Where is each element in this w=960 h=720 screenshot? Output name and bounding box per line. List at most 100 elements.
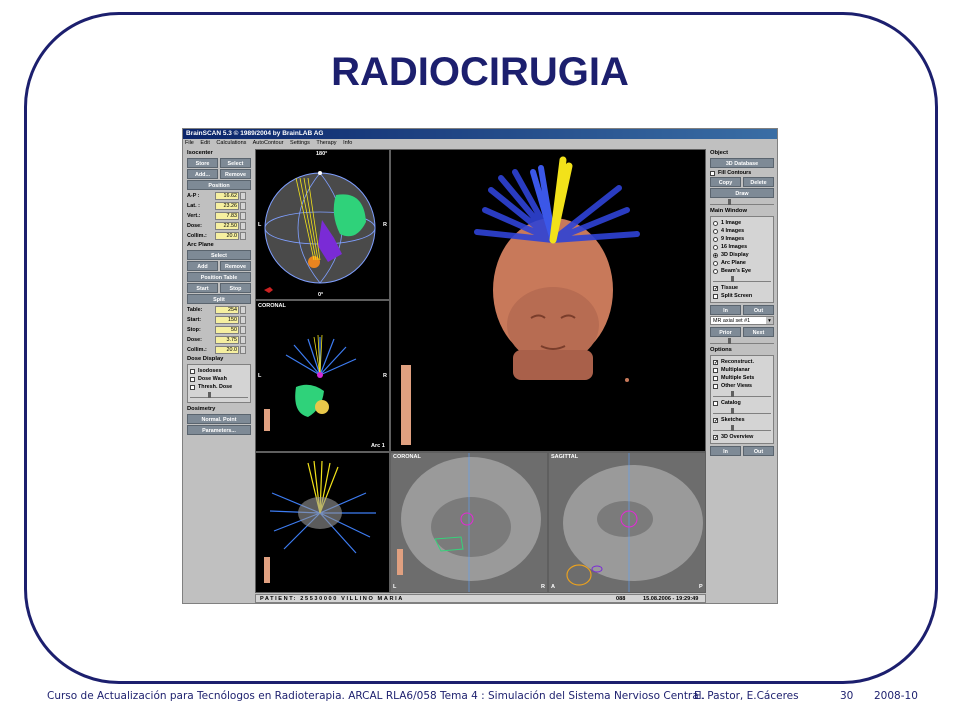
vert-field[interactable]: 7.83 [215, 211, 239, 220]
stop-button[interactable]: Stop [220, 283, 251, 293]
zoom-out-button[interactable]: Out [743, 305, 774, 315]
multiplanar-checkbox[interactable] [713, 367, 718, 373]
arc-sphere-view[interactable]: 180° 0° L R [255, 149, 390, 300]
split-collim-field[interactable]: 20.0 [215, 345, 239, 354]
isocenter-heading: Isocenter [187, 150, 213, 156]
remove-isocenter-button[interactable]: Remove [220, 169, 251, 179]
object-slider[interactable] [710, 199, 774, 205]
zoom-in-button[interactable]: In [710, 305, 741, 315]
menu-bar: File Edit Calculations AutoContour Setti… [183, 139, 777, 148]
copy-button[interactable]: Copy [710, 177, 741, 187]
sagittal-mr-view[interactable]: SAGITTAL A P [548, 452, 706, 593]
view-arc-plane-radio[interactable] [713, 260, 718, 266]
projection-plane [298, 497, 342, 529]
isodoses-checkbox[interactable] [190, 368, 195, 374]
view-3d-display-radio[interactable] [713, 252, 718, 258]
select-isocenter-button[interactable]: Select [220, 158, 251, 168]
collim-field[interactable]: 20.0 [215, 231, 239, 240]
collim-spinner[interactable] [240, 231, 246, 240]
split-screen-label: Split Screen [721, 293, 753, 299]
delete-button[interactable]: Delete [743, 177, 774, 187]
dose-slider[interactable] [190, 392, 248, 398]
main-window-slider[interactable] [713, 276, 771, 282]
head-3d-svg [401, 156, 640, 445]
skin-fragment [625, 378, 629, 382]
3d-overview-checkbox[interactable]: ✓ [713, 434, 718, 440]
view-16-images-radio[interactable] [713, 244, 718, 250]
overview-in-button[interactable]: In [710, 446, 741, 456]
view-4-images-radio[interactable] [713, 228, 718, 234]
menu-file[interactable]: File [185, 140, 194, 146]
parameters-button[interactable]: Parameters... [187, 425, 251, 435]
coronal-target [317, 372, 323, 378]
position-table-button[interactable]: Position Table [187, 272, 251, 282]
sketches-checkbox[interactable]: ✓ [713, 417, 718, 423]
arc-select-button[interactable]: Select [187, 250, 251, 260]
lat-field[interactable]: 23.26 [215, 201, 239, 210]
sagittal-mr-label: SAGITTAL [551, 454, 579, 460]
coronal-mr-right: R [541, 584, 545, 590]
beams-eye-view[interactable] [255, 452, 390, 593]
menu-settings[interactable]: Settings [290, 140, 310, 146]
table-spinner[interactable] [240, 305, 246, 314]
start-field[interactable]: 150 [215, 315, 239, 324]
position-button[interactable]: Position [187, 180, 251, 190]
main-window-box: 1 Image 4 Images 9 Images 16 Images 3D D… [710, 216, 774, 303]
stop-spinner[interactable] [240, 325, 246, 334]
fill-contours-checkbox[interactable] [710, 170, 715, 176]
collim-label: Collim.: [187, 232, 207, 239]
view-1-image-radio[interactable] [713, 220, 718, 226]
vert-spinner[interactable] [240, 211, 246, 220]
thresh-dose-checkbox[interactable] [190, 384, 195, 390]
arc-label: Arc 1 [371, 443, 385, 449]
mr-set-select[interactable]: MR axial set #1 ▾ [710, 316, 774, 325]
split-dose-field[interactable]: 3.75 [215, 335, 239, 344]
normal-point-button[interactable]: Normal. Point [187, 414, 251, 424]
other-views-checkbox[interactable] [713, 383, 718, 389]
draw-button[interactable]: Draw [710, 188, 774, 198]
start-spinner[interactable] [240, 315, 246, 324]
tissue-checkbox[interactable]: ✓ [713, 285, 718, 291]
3d-database-button[interactable]: 3D Database [710, 158, 774, 168]
ap-field[interactable]: 16.62 [215, 191, 239, 200]
chevron-down-icon[interactable]: ▾ [766, 317, 773, 324]
stop-field[interactable]: 50 [215, 325, 239, 334]
prior-button[interactable]: Prior [710, 327, 741, 337]
split-collim-spinner[interactable] [240, 345, 246, 354]
view-9-images-radio[interactable] [713, 236, 718, 242]
dose-field[interactable]: 22.50 [215, 221, 239, 230]
coronal-mr-view[interactable]: CORONAL L R [390, 452, 548, 593]
split-dose-spinner[interactable] [240, 335, 246, 344]
slice-slider[interactable] [710, 338, 774, 344]
dose-spinner[interactable] [240, 221, 246, 230]
menu-therapy[interactable]: Therapy [316, 140, 336, 146]
ap-spinner[interactable] [240, 191, 246, 200]
coronal-arc-view[interactable]: CORONAL L R Arc 1 [255, 300, 390, 452]
table-field[interactable]: 254 [215, 305, 239, 314]
start-button[interactable]: Start [187, 283, 218, 293]
multiple-sets-checkbox[interactable] [713, 375, 718, 381]
split-button[interactable]: Split [187, 294, 251, 304]
arc-remove-button[interactable]: Remove [220, 261, 251, 271]
arc-add-button[interactable]: Add [187, 261, 218, 271]
menu-edit[interactable]: Edit [200, 140, 209, 146]
menu-calculations[interactable]: Calculations [216, 140, 246, 146]
split-screen-checkbox[interactable] [713, 293, 718, 299]
dose-label: Dose: [187, 222, 202, 229]
main-3d-view[interactable] [390, 149, 706, 452]
menu-info[interactable]: Info [343, 140, 352, 146]
add-isocenter-button[interactable]: Add... [187, 169, 218, 179]
dose-wash-checkbox[interactable] [190, 376, 195, 382]
next-button[interactable]: Next [743, 327, 774, 337]
slide-title: RADIOCIRUGIA [331, 50, 629, 94]
overview-out-button[interactable]: Out [743, 446, 774, 456]
catalog-checkbox[interactable] [713, 400, 718, 406]
menu-autocontour[interactable]: AutoContour [253, 140, 284, 146]
catalog-slider[interactable] [713, 408, 771, 414]
sketches-slider[interactable] [713, 425, 771, 431]
store-button[interactable]: Store [187, 158, 218, 168]
view-beams-eye-radio[interactable] [713, 268, 718, 274]
options-slider[interactable] [713, 391, 771, 397]
lat-spinner[interactable] [240, 201, 246, 210]
reconstruct-checkbox[interactable]: ✓ [713, 359, 718, 365]
